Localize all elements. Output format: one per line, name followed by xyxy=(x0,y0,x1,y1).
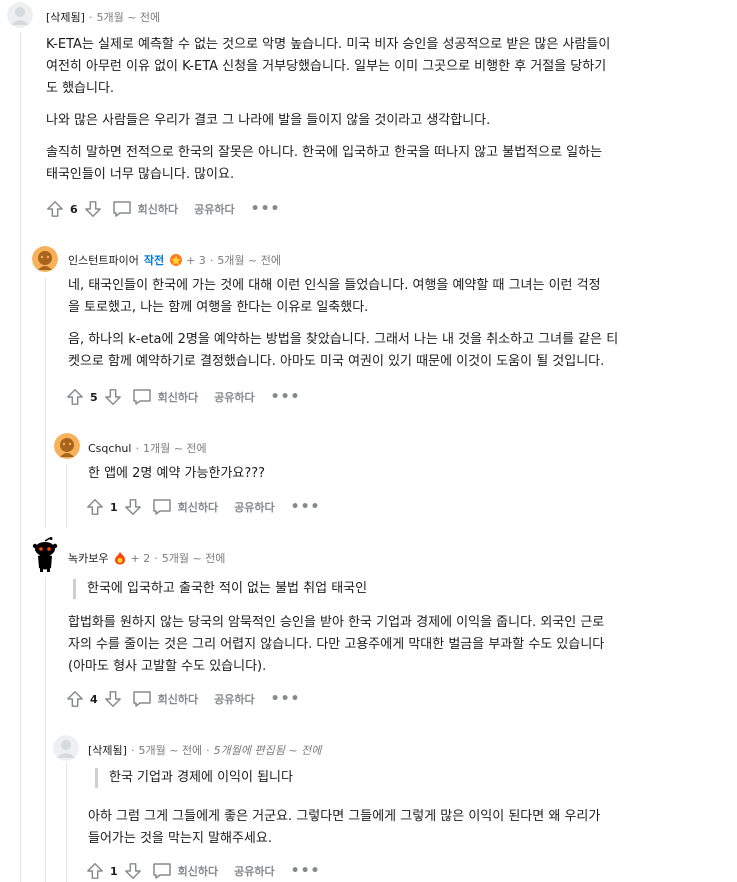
separator-dot: · xyxy=(88,10,93,24)
comment-meta: 녹카보우 + 2 · 5개월 ~ 전에 xyxy=(68,550,225,566)
downvote-icon[interactable] xyxy=(104,388,122,406)
comment-meta: [삭제됨] · 5개월 ~ 전에 · 5개월에 편집됨 ~ 전에 xyxy=(88,742,321,758)
author-name[interactable]: 녹카보우 xyxy=(68,550,108,566)
author-name[interactable]: Csqchul xyxy=(88,442,131,455)
reply-button[interactable]: 회신하다 xyxy=(152,498,218,516)
vote-count: 5 xyxy=(90,390,98,404)
vote-count: 4 xyxy=(90,692,98,706)
upvote-icon[interactable] xyxy=(66,690,84,708)
more-options-icon[interactable]: ••• xyxy=(271,691,301,707)
more-options-icon[interactable]: ••• xyxy=(291,499,321,515)
chat-bubble-icon xyxy=(132,690,152,708)
user-avatar[interactable] xyxy=(54,433,80,459)
reply-label: 회신하다 xyxy=(177,865,219,878)
reply-label: 회신하다 xyxy=(177,501,219,514)
vote-count: 1 xyxy=(110,864,118,878)
thread-line[interactable] xyxy=(66,762,67,882)
comment-actions: 1 회신하다 공유하다 ••• xyxy=(86,860,320,882)
comment-paragraph: 음, 하나의 k-eta에 2명을 예약하는 방법을 찾았습니다. 그래서 나는… xyxy=(68,332,619,369)
separator-dot: · xyxy=(209,253,214,267)
author-name[interactable]: [삭제됨] xyxy=(88,742,127,758)
edited-timestamp: 5개월에 편집됨 ~ 전에 xyxy=(213,744,322,757)
comment-meta: Csqchul · 1개월 ~ 전에 xyxy=(88,440,207,456)
author-name[interactable]: 인스턴트파이어 xyxy=(68,252,139,268)
share-button[interactable]: 공유하다 xyxy=(214,389,254,405)
reply-label: 회신하다 xyxy=(157,391,199,404)
thread-line[interactable] xyxy=(45,278,46,528)
more-options-icon[interactable]: ••• xyxy=(271,389,301,405)
blockquote: 한국 기업과 경제에 이익이 됩니다 xyxy=(95,768,695,788)
share-button[interactable]: 공유하다 xyxy=(194,201,234,217)
vote-count: 1 xyxy=(110,500,118,514)
upvote-icon[interactable] xyxy=(46,200,64,218)
reply-button[interactable]: 회신하다 xyxy=(132,690,198,708)
timestamp[interactable]: 5개월 ~ 전에 xyxy=(138,742,202,758)
share-button[interactable]: 공유하다 xyxy=(234,863,274,879)
comment-actions: 6 회신하다 공유하다 ••• xyxy=(46,198,280,220)
comment-paragraph: 한 앱에 2명 예약 가능한가요??? xyxy=(88,466,266,481)
author-name[interactable]: [삭제됨] xyxy=(46,9,85,25)
comment-body: 네, 태국인들이 한국에 가는 것에 대해 이런 인식을 들었습니다. 여행을 … xyxy=(68,275,708,383)
karma-count: + 3 xyxy=(186,253,206,267)
blockquote: 한국에 입국하고 출국한 적이 없는 불법 취업 태국인 xyxy=(73,579,693,599)
comment-actions: 5 회신하다 공유하다 ••• xyxy=(66,386,300,408)
op-badge: 작전 xyxy=(143,254,165,267)
reply-label: 회신하다 xyxy=(157,693,199,706)
separator-dot: · xyxy=(130,743,135,757)
thread-line[interactable] xyxy=(66,464,67,528)
comment-meta: [삭제됨] · 5개월 ~ 전에 xyxy=(46,9,160,25)
comment-paragraph: 아하 그럼 그게 그들에게 좋은 거군요. 그렇다면 그들에게 그렇게 많은 이… xyxy=(88,809,601,846)
comment-meta: 인스턴트파이어 작전 + 3 · 5개월 ~ 전에 xyxy=(68,252,281,268)
reply-button[interactable]: 회신하다 xyxy=(112,200,178,218)
comment-actions: 4 회신하다 공유하다 ••• xyxy=(66,688,300,710)
comment-actions: 1 회신하다 공유하다 ••• xyxy=(86,496,320,518)
karma-count: + 2 xyxy=(130,551,151,565)
reply-button[interactable]: 회신하다 xyxy=(152,862,218,880)
upvote-icon[interactable] xyxy=(86,862,104,880)
separator-dot: · xyxy=(135,441,139,455)
chat-bubble-icon xyxy=(132,388,152,406)
downvote-icon[interactable] xyxy=(84,200,102,218)
vote-count: 6 xyxy=(70,202,78,216)
achievement-icon xyxy=(169,253,183,267)
comment-paragraph: K-ETA는 실제로 예측할 수 없는 것으로 악명 높습니다. 미국 비자 승… xyxy=(46,37,611,96)
user-avatar[interactable] xyxy=(32,246,58,272)
timestamp[interactable]: 5개월 ~ 전에 xyxy=(217,252,281,268)
comment-body: 합법화를 원하지 않는 당국의 암묵적인 승인을 받아 한국 기업과 경제에 이… xyxy=(68,612,708,688)
chat-bubble-icon xyxy=(152,862,172,880)
achievement-icon xyxy=(113,551,127,565)
downvote-icon[interactable] xyxy=(104,690,122,708)
comment-paragraph: 네, 태국인들이 한국에 가는 것에 대해 이런 인식을 들었습니다. 여행을 … xyxy=(68,278,601,315)
snoo-avatar[interactable] xyxy=(30,537,60,573)
upvote-icon[interactable] xyxy=(86,498,104,516)
deleted-user-avatar[interactable] xyxy=(53,735,79,761)
comment-paragraph: 나와 많은 사람들은 우리가 결코 그 나라에 발을 들이지 않을 것이라고 생… xyxy=(46,113,491,128)
timestamp[interactable]: 1개월 ~ 전에 xyxy=(143,440,207,456)
comment-body: 아하 그럼 그게 그들에게 좋은 거군요. 그렇다면 그들에게 그렇게 많은 이… xyxy=(88,806,708,860)
deleted-user-avatar[interactable] xyxy=(7,2,33,28)
thread-line[interactable] xyxy=(45,577,46,882)
downvote-icon[interactable] xyxy=(124,498,142,516)
comment-paragraph: 솔직히 말하면 전적으로 한국의 잘못은 아니다. 한국에 입국하고 한국을 떠… xyxy=(46,145,603,182)
reply-button[interactable]: 회신하다 xyxy=(132,388,198,406)
timestamp[interactable]: 5개월 ~ 전에 xyxy=(96,9,160,25)
comment-body: 한 앱에 2명 예약 가능한가요??? xyxy=(88,463,708,495)
timestamp[interactable]: 5개월 ~ 전에 xyxy=(162,550,226,566)
share-button[interactable]: 공유하다 xyxy=(214,691,254,707)
comment-body: K-ETA는 실제로 예측할 수 없는 것으로 악명 높습니다. 미국 비자 승… xyxy=(46,34,706,196)
separator-dot: · xyxy=(206,743,210,757)
separator-dot: · xyxy=(154,551,158,565)
reply-label: 회신하다 xyxy=(137,203,179,216)
more-options-icon[interactable]: ••• xyxy=(251,201,281,217)
upvote-icon[interactable] xyxy=(66,388,84,406)
chat-bubble-icon xyxy=(152,498,172,516)
thread-line[interactable] xyxy=(20,32,21,882)
more-options-icon[interactable]: ••• xyxy=(291,863,321,879)
downvote-icon[interactable] xyxy=(124,862,142,880)
share-button[interactable]: 공유하다 xyxy=(234,499,274,515)
comment-paragraph: 합법화를 원하지 않는 당국의 암묵적인 승인을 받아 한국 기업과 경제에 이… xyxy=(68,615,605,674)
chat-bubble-icon xyxy=(112,200,132,218)
